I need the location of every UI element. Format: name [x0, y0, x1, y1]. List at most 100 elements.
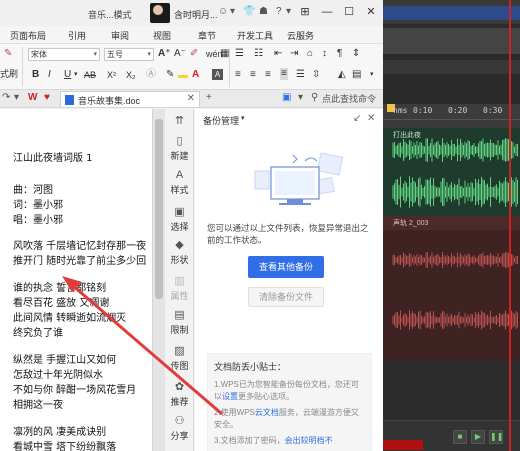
- chinese-layout-icon[interactable]: ⌂: [307, 48, 313, 60]
- stop-icon[interactable]: ■: [453, 430, 467, 444]
- shrink-font-button[interactable]: A⁻: [174, 48, 186, 60]
- clear-format-icon[interactable]: ✐: [190, 48, 198, 60]
- empty-track-area: [383, 360, 520, 420]
- sidebar-item-limit[interactable]: ▤ 限制: [165, 309, 194, 336]
- audio-track-1[interactable]: 打出此夜: [383, 128, 520, 216]
- sidebar-item-style[interactable]: A 样式: [165, 169, 194, 196]
- bullet-list-icon[interactable]: ☰: [235, 48, 244, 60]
- sidebar-item-share[interactable]: ⚇ 分享: [165, 415, 194, 442]
- audio-track-2[interactable]: [383, 230, 520, 360]
- chevron-down-icon[interactable]: ▾: [14, 92, 19, 103]
- underline-dropdown-icon[interactable]: ▾: [74, 69, 78, 81]
- menu-view[interactable]: 视图: [153, 29, 171, 42]
- close-icon[interactable]: ✕: [187, 93, 195, 104]
- font-size-select[interactable]: 五号 ▾: [104, 48, 154, 61]
- menu-cloud[interactable]: 云服务: [287, 29, 314, 42]
- new-tab-button[interactable]: +: [206, 92, 212, 103]
- sidebar-item-shape[interactable]: ◆ 形状: [165, 239, 194, 266]
- italic-button[interactable]: I: [48, 69, 51, 81]
- subscript-button[interactable]: X₂: [126, 69, 136, 81]
- tab-document[interactable]: 音乐故事集.doc ✕: [60, 91, 200, 107]
- user-name[interactable]: 含时明月...: [174, 8, 218, 21]
- format-painter-icon[interactable]: ✎: [4, 48, 12, 60]
- align-right-icon[interactable]: ≡: [265, 69, 271, 81]
- command-search[interactable]: 点此查找命令: [322, 92, 376, 105]
- document-scrollbar[interactable]: [152, 109, 165, 451]
- format-painter-label[interactable]: 式刷: [0, 68, 18, 80]
- superscript-button[interactable]: X²: [107, 69, 116, 81]
- sidebar-item-property[interactable]: ▥ 属性: [165, 275, 194, 302]
- document-page[interactable]: 江山此夜墙词版 1 曲：河图 词：墨小邪 唱：墨小邪 风吹落 千层墙记忆封存那一…: [0, 109, 152, 451]
- shirt-icon[interactable]: 👕: [243, 6, 255, 18]
- tips-title: 文档防丢小贴士：: [214, 362, 287, 372]
- doc-line: 推开门 随时光靠了前尘多少回: [13, 256, 147, 267]
- chevron-down-icon[interactable]: ▾: [370, 69, 374, 81]
- avatar[interactable]: [150, 3, 170, 23]
- timeline-ruler[interactable]: hms 0:10 0:20 0:30: [383, 104, 520, 120]
- dropdown-icon[interactable]: ▾: [230, 6, 235, 18]
- dock-icon[interactable]: ▣: [282, 92, 291, 103]
- underline-button[interactable]: U: [64, 69, 71, 81]
- maximize-button[interactable]: ☐: [340, 3, 358, 21]
- show-marks-icon[interactable]: ¶: [337, 48, 342, 60]
- scroll-thumb[interactable]: [155, 119, 163, 299]
- settings-link[interactable]: 设置: [222, 392, 238, 401]
- doc-line: 此间风情 转瞬逝如流烟灭: [13, 313, 127, 324]
- help-icon[interactable]: ?: [276, 6, 282, 18]
- heart-icon[interactable]: ♥: [44, 92, 50, 103]
- pause-icon[interactable]: ❚❚: [489, 430, 503, 444]
- shading-icon[interactable]: ◭: [338, 69, 346, 81]
- justify-icon[interactable]: ≡: [280, 68, 288, 80]
- doc-line: 相拥这一夜: [13, 400, 63, 411]
- line-spacing-dropdown-icon[interactable]: ⇳: [312, 69, 320, 81]
- expand-icon[interactable]: ↙: [353, 113, 361, 124]
- bold-button[interactable]: B: [32, 69, 39, 81]
- sidebar-item-new[interactable]: ▯ 新建: [165, 135, 194, 162]
- indent-icon[interactable]: ⇥: [290, 48, 298, 60]
- chevron-down-icon[interactable]: ▾: [241, 114, 245, 122]
- char-shading-icon[interactable]: A: [212, 69, 223, 80]
- align-center-icon[interactable]: ≡: [250, 69, 256, 81]
- menu-page-layout[interactable]: 页面布局: [10, 29, 46, 42]
- strikethrough-button[interactable]: AB: [84, 69, 96, 81]
- menu-review[interactable]: 审阅: [111, 29, 129, 42]
- numbered-list-icon[interactable]: ☷: [254, 48, 263, 60]
- sort-icon[interactable]: ↕: [322, 48, 327, 60]
- box-icon[interactable]: ⊞: [296, 3, 314, 21]
- smile-icon[interactable]: ☺: [218, 6, 228, 18]
- audio-track-2-header[interactable]: 声轨 2_003: [383, 216, 520, 230]
- highlight-icon[interactable]: ✎: [166, 69, 174, 81]
- search-icon[interactable]: ⚲: [311, 92, 318, 103]
- minimize-button[interactable]: —: [318, 3, 336, 21]
- menu-dev-tools[interactable]: 开发工具: [237, 29, 273, 42]
- sidebar-item-select[interactable]: ▣ 选择: [165, 206, 194, 233]
- sidebar-item-image[interactable]: ▨ 传图: [165, 345, 194, 372]
- ruler-label: 0:20: [448, 106, 468, 115]
- clear-backups-button[interactable]: 清除备份文件: [248, 287, 324, 307]
- wps-logo-icon[interactable]: W: [28, 92, 37, 103]
- view-other-backups-button[interactable]: 查看其他备份: [248, 256, 324, 278]
- font-name-select[interactable]: 宋体 ▾: [28, 48, 100, 61]
- cloud-doc-link[interactable]: 云文档: [255, 408, 279, 417]
- distribute-icon[interactable]: ☰: [296, 69, 305, 81]
- outdent-icon[interactable]: ⇤: [274, 48, 282, 60]
- close-icon[interactable]: ✕: [367, 113, 375, 124]
- redo-icon[interactable]: ↷: [2, 92, 10, 103]
- font-color-icon[interactable]: A: [192, 69, 199, 81]
- chevron-down-icon[interactable]: ▾: [298, 92, 303, 103]
- play-icon[interactable]: ▶: [471, 430, 485, 444]
- border-dropdown-icon[interactable]: ▤: [352, 69, 361, 81]
- menu-chapter[interactable]: 章节: [198, 29, 216, 42]
- sidebar-item-scroll-top[interactable]: ⇈: [165, 115, 194, 127]
- tip-link[interactable]: 会出较明档不: [285, 436, 333, 445]
- tip-text: 2.使用WPS: [214, 408, 255, 417]
- menu-reference[interactable]: 引用: [68, 29, 86, 42]
- help-dropdown-icon[interactable]: ▾: [286, 6, 291, 18]
- text-effect-icon[interactable]: Ⓐ: [146, 69, 156, 81]
- close-button[interactable]: ✕: [362, 3, 380, 21]
- align-left-icon[interactable]: ≡: [235, 69, 241, 81]
- sidebar-item-recommend[interactable]: ✿ 推荐: [165, 381, 194, 408]
- tshirt-icon[interactable]: ☗: [259, 6, 268, 18]
- line-spacing-icon[interactable]: ⇕: [352, 48, 360, 60]
- grow-font-button[interactable]: A⁺: [158, 48, 171, 60]
